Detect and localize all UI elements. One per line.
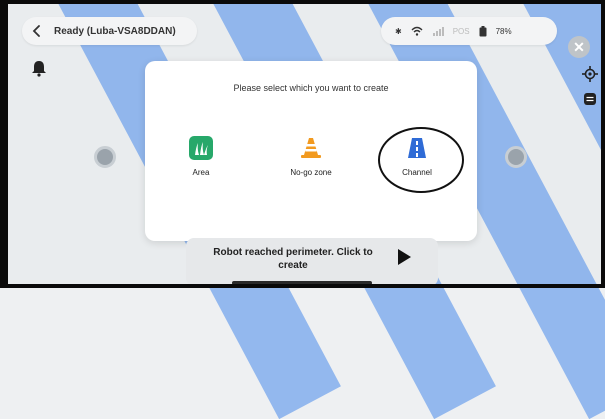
pos-signal-label: POS (452, 26, 470, 36)
battery-level: 78% (495, 26, 512, 36)
play-icon[interactable] (396, 248, 412, 266)
close-button[interactable]: ✕ (568, 36, 590, 58)
option-no-go-zone[interactable]: No-go zone (276, 121, 346, 191)
layers-icon[interactable] (583, 92, 597, 106)
home-indicator (232, 281, 372, 285)
chevron-left-icon (32, 25, 40, 37)
status-text: Ready (Luba-VSA8DDAN) (54, 25, 176, 37)
cellular-signal-icon (432, 27, 444, 36)
close-icon: ✕ (573, 38, 585, 55)
bluetooth-icon: ✱ (395, 26, 402, 36)
perimeter-banner[interactable]: Robot reached perimeter. Click to create (186, 238, 438, 286)
battery-icon (479, 25, 487, 36)
bell-icon[interactable] (28, 58, 50, 78)
banner-message: Robot reached perimeter. Click to create (213, 247, 373, 271)
back-button[interactable] (28, 22, 46, 40)
locate-icon[interactable] (582, 66, 598, 82)
option-area-label: Area (192, 167, 210, 177)
right-joystick[interactable] (505, 146, 527, 168)
traffic-cone-icon (301, 137, 321, 158)
option-no-go-zone-label: No-go zone (290, 167, 332, 177)
status-bar: Ready (Luba-VSA8DDAN) (22, 17, 197, 45)
create-type-dialog: Please select which you want to create A… (145, 61, 477, 241)
wifi-icon (411, 26, 423, 36)
option-area[interactable]: Area (166, 121, 236, 191)
selection-highlight (378, 127, 464, 193)
device-status-bar: ✱ POS 78% (381, 17, 557, 45)
screen-frame-left (0, 0, 8, 288)
grass-icon (189, 135, 213, 160)
left-joystick[interactable] (94, 146, 116, 168)
dialog-prompt: Please select which you want to create (233, 83, 389, 93)
